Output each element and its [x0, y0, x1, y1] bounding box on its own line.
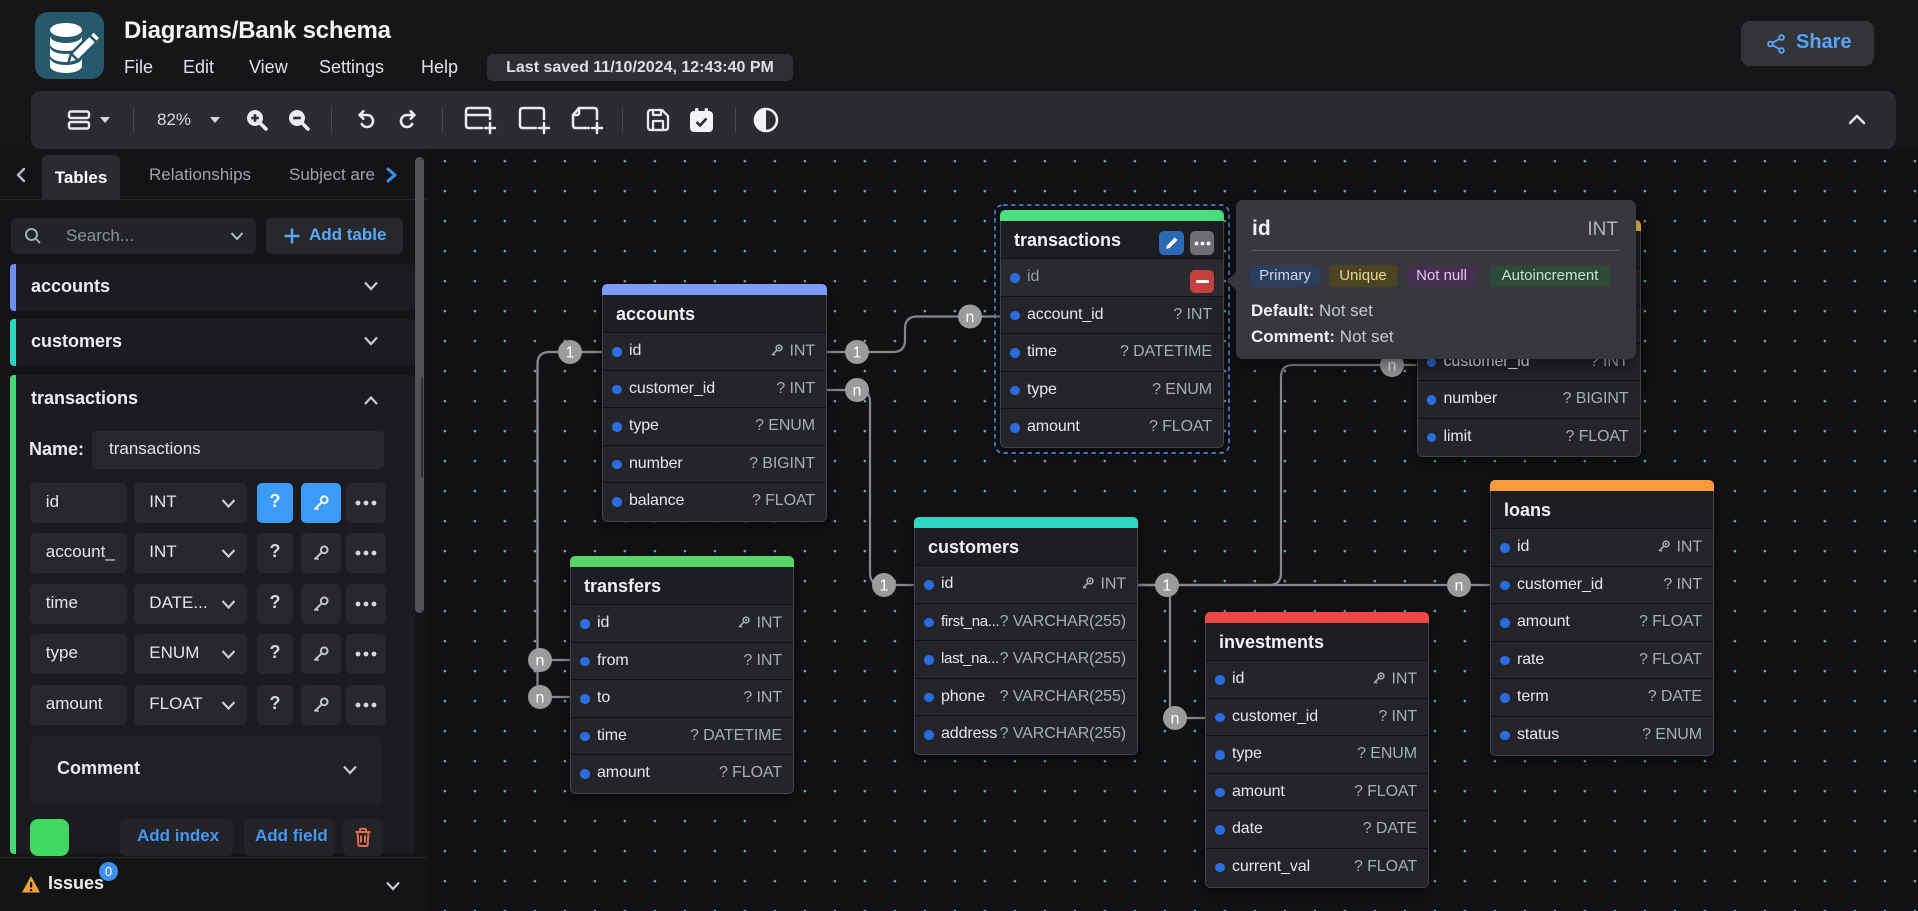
svg-text:1: 1 — [566, 345, 575, 362]
svg-text:n: n — [853, 383, 862, 400]
svg-text:1: 1 — [880, 578, 889, 595]
svg-text:n: n — [966, 309, 975, 326]
svg-text:n: n — [1388, 358, 1397, 375]
svg-text:n: n — [536, 653, 545, 670]
svg-text:n: n — [1171, 711, 1180, 728]
svg-text:1: 1 — [1163, 578, 1172, 595]
svg-text:1: 1 — [853, 345, 862, 362]
svg-text:n: n — [1455, 578, 1464, 595]
svg-text:n: n — [536, 690, 545, 707]
